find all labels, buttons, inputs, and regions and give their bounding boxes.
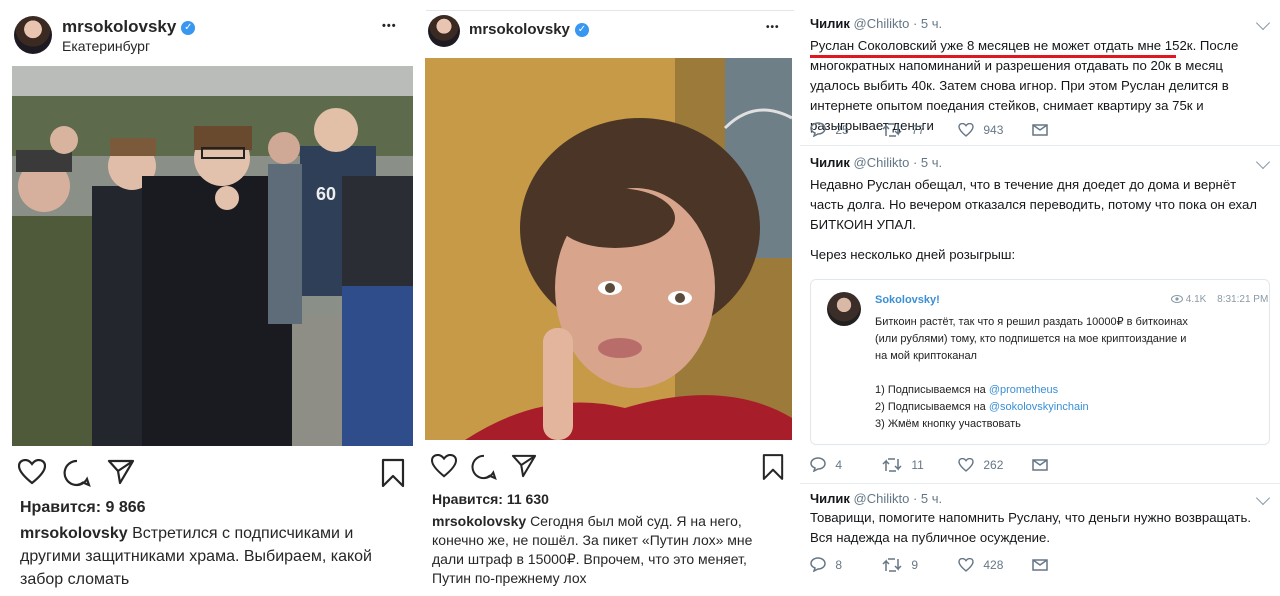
retweet-icon [882, 123, 902, 137]
card-avatar [827, 292, 861, 326]
jersey-number: 60 [316, 184, 336, 204]
post2-likes-count[interactable]: Нравится: 11 630 [432, 491, 549, 507]
like-button[interactable]: 943 [958, 122, 1003, 137]
tweet-time[interactable]: · 5 ч. [913, 155, 942, 170]
post1-photo[interactable]: 60 [12, 66, 413, 446]
post1-photo-scene: 60 [12, 66, 413, 446]
red-underline-highlight [810, 55, 1176, 58]
card-time: 8:31:21 PM [1217, 294, 1269, 305]
card-line-1: Биткоин растёт, так что я решил раздать … [875, 316, 1188, 328]
post1-username[interactable]: mrsokolovsky ✓ [62, 17, 196, 37]
tweet-text: Товарищи, помогите напомнить Руслану, чт… [810, 510, 1252, 545]
tweet-header: Чилик @Chilikto · 5 ч. [810, 155, 942, 170]
post1-likes-count[interactable]: Нравится: 9 866 [20, 499, 146, 517]
sokolovskyinchain-link[interactable]: @sokolovskyinchain [989, 401, 1089, 413]
reply-button[interactable]: 8 [810, 557, 842, 573]
tweet-text: Руслан Соколовский уже 8 месяцев не може… [810, 38, 1239, 133]
envelope-icon [1032, 124, 1048, 136]
quoted-telegram-post-card[interactable]: Sokolovsky! 4.1K 8:31:21 PM Биткоин раст… [810, 279, 1270, 445]
tweet-handle[interactable]: @Chilikto [854, 491, 910, 506]
post2-comment-icon[interactable] [471, 454, 497, 480]
verified-badge-icon: ✓ [574, 23, 589, 38]
post1-like-heart-icon[interactable] [18, 459, 46, 485]
retweet-button[interactable]: 77 [882, 122, 925, 137]
post1-avatar[interactable] [14, 16, 52, 54]
card-line-2: (или рублями) тому, кто подпишется на мо… [875, 333, 1187, 345]
like-heart-icon [958, 557, 974, 572]
reply-button[interactable]: 25 [810, 122, 849, 138]
envelope-icon [1032, 459, 1048, 471]
reply-icon [810, 122, 826, 138]
tweet-text-followup: Через несколько дней розыгрыш: [810, 247, 1016, 262]
twitter-panel: Чилик @Chilikto · 5 ч. Руслан Соколовски… [800, 0, 1280, 596]
card-channel-name: Sokolovsky! [875, 294, 940, 306]
direct-message-button[interactable] [1032, 122, 1048, 136]
tweet-2[interactable]: Чилик @Chilikto · 5 ч. Недавно Руслан об… [800, 154, 1280, 475]
post2-share-icon[interactable] [511, 454, 537, 478]
eye-icon [1171, 295, 1183, 304]
verified-badge-icon: ✓ [181, 20, 196, 35]
post2-like-heart-icon[interactable] [431, 454, 457, 478]
direct-message-button[interactable] [1032, 557, 1048, 571]
post2-photo[interactable] [425, 58, 792, 440]
reply-button[interactable]: 4 [810, 457, 842, 473]
post2-caption: mrsokolovsky Сегодня был мой суд. Я на н… [432, 512, 778, 588]
tweet-time[interactable]: · 5 ч. [913, 491, 942, 506]
envelope-icon [1032, 559, 1048, 571]
tweet-menu-chevron-down-icon[interactable] [1255, 154, 1271, 170]
tweet-handle[interactable]: @Chilikto [854, 16, 910, 31]
retweet-icon [882, 458, 902, 472]
post1-save-bookmark-icon[interactable] [381, 458, 405, 488]
reply-icon [810, 557, 826, 573]
tweet-handle[interactable]: @Chilikto [854, 155, 910, 170]
tweet-author-name[interactable]: Чилик [810, 491, 850, 506]
post1-more-options-icon[interactable]: ••• [382, 20, 397, 32]
card-meta: 4.1K 8:31:21 PM [1171, 294, 1268, 305]
tweet-3[interactable]: Чилик @Chilikto · 5 ч. Товарищи, помогит… [800, 490, 1280, 581]
tweet-time[interactable]: · 5 ч. [913, 16, 942, 31]
post1-comment-icon[interactable] [63, 459, 91, 487]
post1-caption: mrsokolovsky Встретился с подписчиками и… [20, 522, 400, 591]
card-step-2: 2) Подписываемся на @sokolovskyinchain [875, 401, 1089, 413]
post2-caption-username[interactable]: mrsokolovsky [432, 513, 526, 529]
tweet-author-name[interactable]: Чилик [810, 155, 850, 170]
retweet-button[interactable]: 11 [882, 457, 924, 472]
tweet-menu-chevron-down-icon[interactable] [1255, 490, 1271, 506]
post2-photo-scene [425, 58, 792, 440]
post1-share-icon[interactable] [107, 459, 135, 485]
card-step-3: 3) Жмём кнопку участвовать [875, 418, 1021, 430]
post2-username[interactable]: mrsokolovsky ✓ [469, 21, 589, 38]
tweet-divider [800, 483, 1280, 484]
post2-top-divider [426, 10, 794, 11]
direct-message-button[interactable] [1032, 457, 1048, 471]
like-heart-icon [958, 457, 974, 472]
like-heart-icon [958, 122, 974, 137]
post1-caption-username[interactable]: mrsokolovsky [20, 525, 128, 542]
retweet-icon [882, 558, 902, 572]
retweet-button[interactable]: 9 [882, 557, 918, 572]
tweet-menu-chevron-down-icon[interactable] [1255, 15, 1271, 31]
tweet-divider [800, 145, 1280, 146]
post2-save-bookmark-icon[interactable] [762, 453, 784, 481]
card-step-1: 1) Подписываемся на @prometheus [875, 384, 1059, 396]
tweet-text: Недавно Руслан обещал, что в течение дня… [810, 177, 1257, 232]
prometheus-link[interactable]: @prometheus [989, 384, 1058, 396]
card-views: 4.1K [1185, 294, 1207, 305]
like-button[interactable]: 428 [958, 557, 1003, 572]
tweet-author-name[interactable]: Чилик [810, 16, 850, 31]
card-line-3: на мой криптоканал [875, 350, 977, 362]
instagram-post-2: mrsokolovsky ✓ ••• Нравится: 11 630 mrso… [418, 0, 798, 596]
post2-avatar[interactable] [428, 15, 460, 47]
tweet-1[interactable]: Чилик @Chilikto · 5 ч. Руслан Соколовски… [800, 15, 1280, 138]
like-button[interactable]: 262 [958, 457, 1003, 472]
reply-icon [810, 457, 826, 473]
tweet-header: Чилик @Chilikto · 5 ч. [810, 491, 942, 506]
tweet-header: Чилик @Chilikto · 5 ч. [810, 16, 942, 31]
instagram-post-1: mrsokolovsky ✓ Екатеринбург ••• 60 Нрави… [0, 0, 418, 596]
post2-more-options-icon[interactable]: ••• [766, 22, 780, 33]
post1-location[interactable]: Екатеринбург [62, 38, 150, 54]
